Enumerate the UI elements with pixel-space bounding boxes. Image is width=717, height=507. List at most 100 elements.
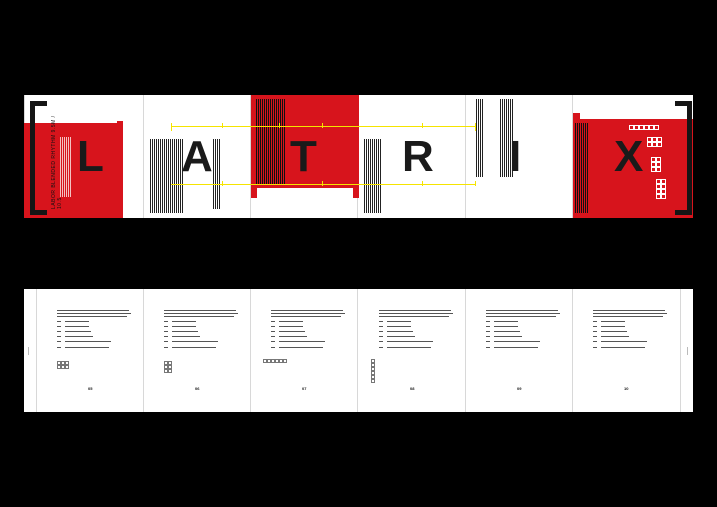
- page-number: 08: [410, 386, 415, 391]
- text-column-6: [575, 123, 589, 213]
- list-line: [65, 331, 91, 332]
- list-line: [172, 331, 198, 332]
- list-bullet: [57, 326, 61, 327]
- yellow-line-bottom: [171, 184, 476, 185]
- yellow-tick-1: [171, 123, 172, 131]
- page-grid-ornament: [57, 361, 69, 369]
- yellow-tick-8: [322, 181, 323, 186]
- yellow-tick-3: [279, 123, 280, 128]
- list-line: [172, 336, 200, 337]
- paragraph-line: [593, 313, 667, 314]
- grid-ornament-2: [647, 137, 662, 147]
- list-bullet: [164, 347, 168, 348]
- paragraph-line: [57, 313, 131, 314]
- list-bullet: [379, 331, 383, 332]
- letter-x: X: [614, 132, 644, 181]
- paragraph-line: [593, 310, 665, 311]
- list-bullet: [164, 341, 168, 342]
- list-bullet: [271, 336, 275, 337]
- list-line: [601, 321, 625, 322]
- list-line: [387, 331, 413, 332]
- yellow-tick-10: [475, 181, 476, 186]
- paragraph-line: [379, 316, 449, 317]
- list-bullet: [271, 341, 275, 342]
- paragraph-line: [593, 316, 663, 317]
- list-line: [494, 341, 540, 342]
- yellow-tick-4: [322, 123, 323, 128]
- letter-l: L: [77, 132, 104, 181]
- list-line: [494, 336, 522, 337]
- inner-spread: 05 06 07 08 09 10: [24, 289, 693, 412]
- list-line: [279, 341, 325, 342]
- list-bullet: [271, 347, 275, 348]
- list-bullet: [486, 331, 490, 332]
- list-line: [494, 326, 518, 327]
- list-bullet: [164, 326, 168, 327]
- paragraph-line: [271, 316, 341, 317]
- yellow-tick-7: [222, 181, 223, 186]
- list-bullet: [271, 326, 275, 327]
- grid-ornament-1: [629, 125, 659, 130]
- list-line: [387, 321, 411, 322]
- page-grid-ornament: [164, 361, 172, 373]
- letter-a: A: [181, 132, 213, 181]
- list-bullet: [593, 341, 597, 342]
- paragraph-line: [486, 310, 558, 311]
- text-column-2: [150, 139, 183, 213]
- page-grid-ornament: [371, 359, 375, 383]
- text-column-4: [364, 139, 382, 213]
- page-number: 07: [302, 386, 307, 391]
- list-line: [65, 326, 89, 327]
- list-line: [279, 331, 305, 332]
- left-bracket: [30, 101, 47, 215]
- list-bullet: [164, 321, 168, 322]
- list-line: [65, 347, 109, 348]
- paragraph-line: [271, 313, 345, 314]
- list-line: [172, 326, 196, 327]
- paragraph-line: [379, 313, 453, 314]
- list-bullet: [379, 321, 383, 322]
- list-bullet: [486, 326, 490, 327]
- yellow-tick-6: [475, 123, 476, 131]
- list-bullet: [379, 347, 383, 348]
- page-number: 06: [195, 386, 200, 391]
- inner-page-6: [572, 289, 679, 412]
- inner-page-2: [143, 289, 250, 412]
- list-line: [172, 341, 218, 342]
- list-bullet: [593, 336, 597, 337]
- inner-page-4: [357, 289, 464, 412]
- letter-r: R: [402, 132, 434, 181]
- list-line: [387, 326, 411, 327]
- red-foot-right: [353, 188, 359, 198]
- right-bracket: [675, 101, 692, 215]
- list-bullet: [379, 326, 383, 327]
- grid-ornament-4: [656, 179, 666, 199]
- list-bullet: [593, 326, 597, 327]
- list-bullet: [486, 341, 490, 342]
- list-bullet: [57, 331, 61, 332]
- inner-page-3: [250, 289, 357, 412]
- list-bullet: [57, 341, 61, 342]
- paragraph-line: [486, 313, 560, 314]
- page-grid-ornament: [263, 359, 287, 363]
- list-bullet: [486, 336, 490, 337]
- paragraph-line: [271, 310, 343, 311]
- text-column-3: [256, 99, 286, 185]
- paragraph-line: [57, 316, 127, 317]
- list-line: [601, 331, 627, 332]
- list-line: [279, 326, 303, 327]
- inner-page-1: [36, 289, 143, 412]
- paragraph-line: [57, 310, 129, 311]
- cover-spread: LABOR BLENDED RHYTHM 9.5M / 10.5 L A T R…: [24, 95, 693, 218]
- list-line: [387, 336, 415, 337]
- yellow-line-top: [171, 126, 476, 127]
- list-line: [601, 336, 629, 337]
- list-line: [601, 347, 645, 348]
- list-bullet: [271, 331, 275, 332]
- list-bullet: [271, 321, 275, 322]
- list-line: [601, 341, 647, 342]
- paragraph-line: [379, 310, 451, 311]
- list-bullet: [57, 347, 61, 348]
- list-line: [387, 341, 433, 342]
- text-column-2b: [213, 139, 220, 209]
